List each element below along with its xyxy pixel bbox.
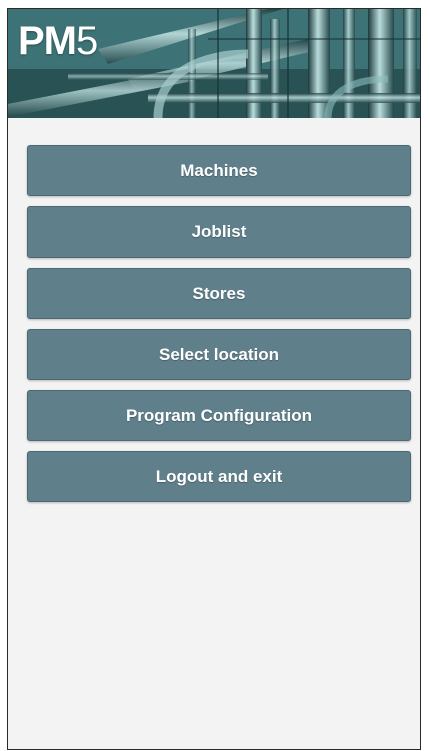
logo-version-text: 5 — [76, 19, 98, 63]
logout-and-exit-button[interactable]: Logout and exit — [27, 451, 411, 502]
select-location-button[interactable]: Select location — [27, 329, 411, 380]
machines-button[interactable]: Machines — [27, 145, 411, 196]
stores-button[interactable]: Stores — [27, 268, 411, 319]
main-menu: Machines Joblist Stores Select location … — [27, 145, 411, 512]
app-frame: PM5 Machines Joblist Stores Select locat… — [7, 8, 421, 750]
header-banner: PM5 — [8, 9, 420, 118]
logo-bold-text: PM — [18, 19, 77, 63]
app-logo: PM5 — [18, 19, 98, 63]
joblist-button[interactable]: Joblist — [27, 206, 411, 258]
program-configuration-button[interactable]: Program Configuration — [27, 390, 411, 441]
